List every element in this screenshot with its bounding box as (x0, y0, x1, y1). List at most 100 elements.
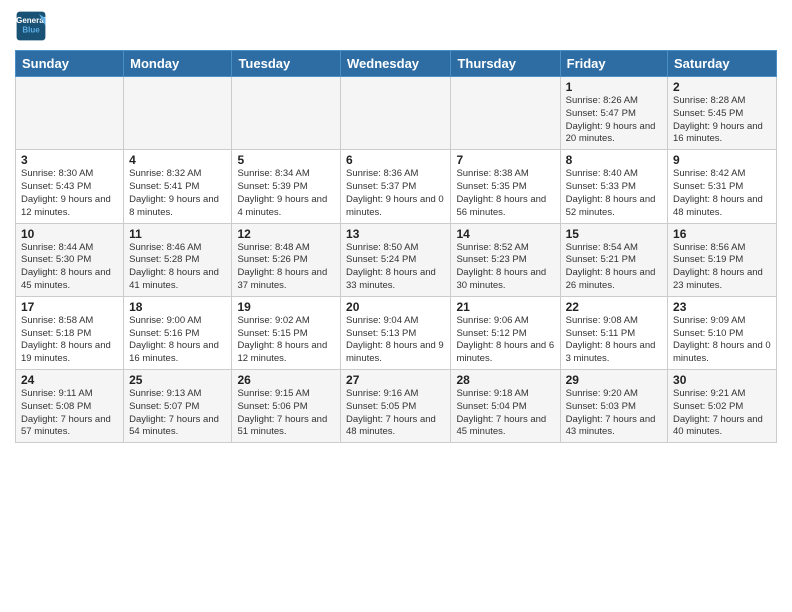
header-day: Thursday (451, 51, 560, 77)
calendar-cell: 13Sunrise: 8:50 AMSunset: 5:24 PMDayligh… (341, 223, 451, 296)
day-info: Sunrise: 9:02 AMSunset: 5:15 PMDaylight:… (237, 315, 335, 366)
day-number: 23 (673, 300, 771, 314)
header-day: Monday (124, 51, 232, 77)
day-number: 26 (237, 373, 335, 387)
calendar-table: SundayMondayTuesdayWednesdayThursdayFrid… (15, 50, 777, 443)
calendar-cell: 5Sunrise: 8:34 AMSunset: 5:39 PMDaylight… (232, 150, 341, 223)
calendar-cell: 19Sunrise: 9:02 AMSunset: 5:15 PMDayligh… (232, 296, 341, 369)
calendar-row: 3Sunrise: 8:30 AMSunset: 5:43 PMDaylight… (16, 150, 777, 223)
calendar-cell: 10Sunrise: 8:44 AMSunset: 5:30 PMDayligh… (16, 223, 124, 296)
calendar-cell: 9Sunrise: 8:42 AMSunset: 5:31 PMDaylight… (668, 150, 777, 223)
day-info: Sunrise: 8:50 AMSunset: 5:24 PMDaylight:… (346, 242, 445, 293)
day-info: Sunrise: 8:32 AMSunset: 5:41 PMDaylight:… (129, 168, 226, 219)
calendar-cell (232, 77, 341, 150)
day-number: 16 (673, 227, 771, 241)
calendar-cell: 20Sunrise: 9:04 AMSunset: 5:13 PMDayligh… (341, 296, 451, 369)
day-number: 2 (673, 80, 771, 94)
day-info: Sunrise: 9:13 AMSunset: 5:07 PMDaylight:… (129, 388, 226, 439)
day-number: 5 (237, 153, 335, 167)
day-number: 3 (21, 153, 118, 167)
calendar-cell: 18Sunrise: 9:00 AMSunset: 5:16 PMDayligh… (124, 296, 232, 369)
day-info: Sunrise: 8:34 AMSunset: 5:39 PMDaylight:… (237, 168, 335, 219)
calendar-cell: 27Sunrise: 9:16 AMSunset: 5:05 PMDayligh… (341, 370, 451, 443)
calendar-cell: 6Sunrise: 8:36 AMSunset: 5:37 PMDaylight… (341, 150, 451, 223)
calendar-row: 24Sunrise: 9:11 AMSunset: 5:08 PMDayligh… (16, 370, 777, 443)
calendar-cell: 22Sunrise: 9:08 AMSunset: 5:11 PMDayligh… (560, 296, 667, 369)
day-info: Sunrise: 8:52 AMSunset: 5:23 PMDaylight:… (456, 242, 554, 293)
calendar-body: 1Sunrise: 8:26 AMSunset: 5:47 PMDaylight… (16, 77, 777, 443)
header-day: Friday (560, 51, 667, 77)
day-info: Sunrise: 8:38 AMSunset: 5:35 PMDaylight:… (456, 168, 554, 219)
calendar-cell: 17Sunrise: 8:58 AMSunset: 5:18 PMDayligh… (16, 296, 124, 369)
day-number: 27 (346, 373, 445, 387)
day-number: 4 (129, 153, 226, 167)
calendar-cell: 29Sunrise: 9:20 AMSunset: 5:03 PMDayligh… (560, 370, 667, 443)
day-info: Sunrise: 8:36 AMSunset: 5:37 PMDaylight:… (346, 168, 445, 219)
day-info: Sunrise: 8:56 AMSunset: 5:19 PMDaylight:… (673, 242, 771, 293)
calendar-cell: 7Sunrise: 8:38 AMSunset: 5:35 PMDaylight… (451, 150, 560, 223)
calendar-cell: 24Sunrise: 9:11 AMSunset: 5:08 PMDayligh… (16, 370, 124, 443)
day-number: 19 (237, 300, 335, 314)
day-info: Sunrise: 9:18 AMSunset: 5:04 PMDaylight:… (456, 388, 554, 439)
calendar-cell: 21Sunrise: 9:06 AMSunset: 5:12 PMDayligh… (451, 296, 560, 369)
calendar-cell: 14Sunrise: 8:52 AMSunset: 5:23 PMDayligh… (451, 223, 560, 296)
calendar-cell: 8Sunrise: 8:40 AMSunset: 5:33 PMDaylight… (560, 150, 667, 223)
day-info: Sunrise: 9:04 AMSunset: 5:13 PMDaylight:… (346, 315, 445, 366)
day-number: 18 (129, 300, 226, 314)
day-number: 1 (566, 80, 662, 94)
calendar-row: 10Sunrise: 8:44 AMSunset: 5:30 PMDayligh… (16, 223, 777, 296)
calendar-cell: 23Sunrise: 9:09 AMSunset: 5:10 PMDayligh… (668, 296, 777, 369)
calendar-cell: 15Sunrise: 8:54 AMSunset: 5:21 PMDayligh… (560, 223, 667, 296)
day-number: 11 (129, 227, 226, 241)
svg-text:Blue: Blue (22, 25, 40, 34)
day-info: Sunrise: 8:28 AMSunset: 5:45 PMDaylight:… (673, 95, 771, 146)
day-number: 8 (566, 153, 662, 167)
day-number: 6 (346, 153, 445, 167)
calendar-cell: 1Sunrise: 8:26 AMSunset: 5:47 PMDaylight… (560, 77, 667, 150)
header-day: Tuesday (232, 51, 341, 77)
day-info: Sunrise: 9:09 AMSunset: 5:10 PMDaylight:… (673, 315, 771, 366)
day-number: 29 (566, 373, 662, 387)
page-container: General Blue SundayMondayTuesdayWednesda… (0, 0, 792, 453)
day-info: Sunrise: 9:11 AMSunset: 5:08 PMDaylight:… (21, 388, 118, 439)
day-number: 20 (346, 300, 445, 314)
calendar-cell: 16Sunrise: 8:56 AMSunset: 5:19 PMDayligh… (668, 223, 777, 296)
calendar-row: 1Sunrise: 8:26 AMSunset: 5:47 PMDaylight… (16, 77, 777, 150)
calendar-cell: 2Sunrise: 8:28 AMSunset: 5:45 PMDaylight… (668, 77, 777, 150)
day-info: Sunrise: 9:21 AMSunset: 5:02 PMDaylight:… (673, 388, 771, 439)
day-info: Sunrise: 9:00 AMSunset: 5:16 PMDaylight:… (129, 315, 226, 366)
day-number: 17 (21, 300, 118, 314)
day-info: Sunrise: 8:46 AMSunset: 5:28 PMDaylight:… (129, 242, 226, 293)
calendar-cell (451, 77, 560, 150)
day-number: 10 (21, 227, 118, 241)
header-row: SundayMondayTuesdayWednesdayThursdayFrid… (16, 51, 777, 77)
day-info: Sunrise: 8:44 AMSunset: 5:30 PMDaylight:… (21, 242, 118, 293)
day-number: 24 (21, 373, 118, 387)
calendar-cell: 26Sunrise: 9:15 AMSunset: 5:06 PMDayligh… (232, 370, 341, 443)
day-number: 21 (456, 300, 554, 314)
logo-icon: General Blue (15, 10, 47, 42)
day-number: 13 (346, 227, 445, 241)
day-info: Sunrise: 8:58 AMSunset: 5:18 PMDaylight:… (21, 315, 118, 366)
calendar-cell: 11Sunrise: 8:46 AMSunset: 5:28 PMDayligh… (124, 223, 232, 296)
day-info: Sunrise: 8:42 AMSunset: 5:31 PMDaylight:… (673, 168, 771, 219)
day-number: 14 (456, 227, 554, 241)
day-info: Sunrise: 8:54 AMSunset: 5:21 PMDaylight:… (566, 242, 662, 293)
day-number: 30 (673, 373, 771, 387)
page-header: General Blue (15, 10, 777, 42)
day-number: 9 (673, 153, 771, 167)
calendar-cell: 28Sunrise: 9:18 AMSunset: 5:04 PMDayligh… (451, 370, 560, 443)
day-info: Sunrise: 8:26 AMSunset: 5:47 PMDaylight:… (566, 95, 662, 146)
calendar-cell: 25Sunrise: 9:13 AMSunset: 5:07 PMDayligh… (124, 370, 232, 443)
calendar-cell (124, 77, 232, 150)
day-number: 25 (129, 373, 226, 387)
day-info: Sunrise: 8:30 AMSunset: 5:43 PMDaylight:… (21, 168, 118, 219)
calendar-row: 17Sunrise: 8:58 AMSunset: 5:18 PMDayligh… (16, 296, 777, 369)
day-info: Sunrise: 9:06 AMSunset: 5:12 PMDaylight:… (456, 315, 554, 366)
calendar-header: SundayMondayTuesdayWednesdayThursdayFrid… (16, 51, 777, 77)
day-info: Sunrise: 8:48 AMSunset: 5:26 PMDaylight:… (237, 242, 335, 293)
logo: General Blue (15, 10, 51, 42)
day-number: 22 (566, 300, 662, 314)
calendar-cell: 4Sunrise: 8:32 AMSunset: 5:41 PMDaylight… (124, 150, 232, 223)
day-number: 7 (456, 153, 554, 167)
